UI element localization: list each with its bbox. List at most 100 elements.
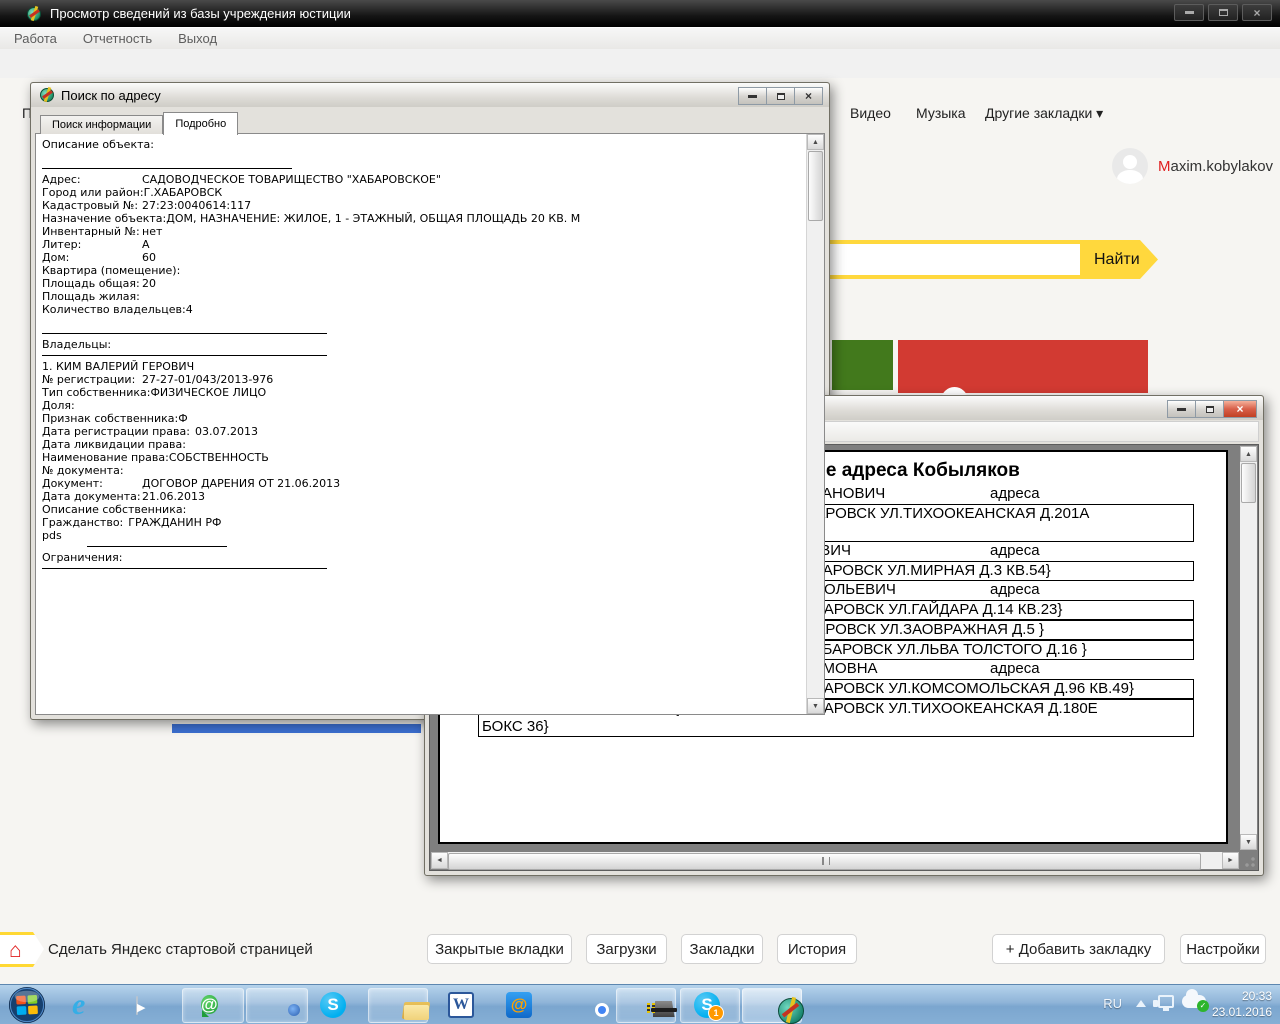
object-details-text: Описание объекта: Адрес:САДОВОДЧЕСКОЕ ТО… (42, 138, 800, 573)
restore-button[interactable] (1195, 400, 1224, 418)
close-button[interactable]: × (794, 87, 823, 105)
desktop: Просмотр сведений из базы учреждения юст… (0, 0, 1280, 1024)
search-window-controls: × (738, 87, 823, 105)
details-panel: Описание объекта: Адрес:САДОВОДЧЕСКОЕ ТО… (35, 133, 825, 715)
green-tile[interactable] (832, 340, 893, 390)
minimize-button[interactable] (738, 87, 767, 105)
detail-line: 1. КИМ ВАЛЕРИЙ ГЕРОВИЧ (42, 360, 800, 373)
scroll-thumb[interactable] (808, 151, 823, 221)
add-bookmark-button[interactable]: + Добавить закладку (992, 934, 1165, 964)
clock[interactable]: 20:33 23.01.2016 (1212, 988, 1272, 1020)
maximize-button[interactable] (1208, 4, 1238, 21)
addresses-label: адреса (990, 581, 1040, 598)
home-tag[interactable]: ⌂ (0, 932, 44, 967)
detail-line: Адрес:САДОВОДЧЕСКОЕ ТОВАРИЩЕСТВО "ХАБАРО… (42, 173, 800, 186)
report-window-controls: × (1167, 400, 1257, 418)
addresses-label: адреса (990, 485, 1040, 502)
detail-line: Владельцы: (42, 338, 800, 351)
close-button[interactable]: × (1242, 4, 1272, 21)
detail-line: № документа: (42, 464, 800, 477)
bookmark-video[interactable]: Видео (850, 105, 891, 121)
detail-line: Площадь общая:20 (42, 277, 800, 290)
minimize-button[interactable] (1167, 400, 1196, 418)
set-homepage-text[interactable]: Сделать Яндекс стартовой страницей (48, 941, 313, 958)
divider-line (42, 568, 327, 569)
tab-search-info[interactable]: Поиск информации (40, 115, 163, 134)
vertical-scrollbar[interactable]: ▲ ▼ (1240, 446, 1257, 850)
blank-line (42, 316, 800, 329)
scroll-left-button[interactable]: ◄ (431, 852, 448, 869)
blank-line (42, 151, 800, 164)
divider-line (42, 168, 292, 169)
tab-details[interactable]: Подробно (163, 112, 238, 135)
history-button[interactable]: История (777, 934, 857, 964)
menu-item-rabota[interactable]: Работа (14, 31, 57, 46)
search-window-titlebar[interactable]: Поиск по адресу (31, 83, 829, 107)
detail-line: pds (42, 529, 800, 542)
vertical-scrollbar[interactable]: ▲ ▼ (806, 134, 824, 714)
start-button[interactable] (8, 986, 46, 1024)
mailru-agent-icon[interactable]: @ (201, 995, 218, 1014)
main-window-title: Просмотр сведений из базы учреждения юст… (50, 6, 351, 21)
media-player-icon[interactable] (136, 996, 138, 1015)
scroll-right-button[interactable]: ► (1222, 852, 1239, 869)
scroll-up-button[interactable]: ▲ (807, 134, 824, 150)
skype-notification-icon[interactable]: S1 (694, 992, 720, 1018)
scroll-thumb[interactable] (1241, 463, 1256, 503)
detail-line: Литер:А (42, 238, 800, 251)
horizontal-scrollbar[interactable]: ◄ ► (431, 852, 1239, 869)
scroll-down-button[interactable]: ▼ (807, 698, 824, 714)
restore-button[interactable] (766, 87, 795, 105)
menu-item-vyhod[interactable]: Выход (178, 31, 217, 46)
resize-grip[interactable] (1240, 852, 1257, 869)
detail-line: Описание собственника: (42, 503, 800, 516)
tray-expand-icon[interactable] (1136, 1000, 1146, 1007)
menu-item-otchetnost[interactable]: Отчетность (83, 31, 152, 46)
minimize-button[interactable] (1174, 4, 1204, 21)
scroll-thumb[interactable] (448, 853, 1201, 870)
search-button[interactable]: Найти (1080, 240, 1158, 279)
detail-line: Тип собственника:ФИЗИЧЕСКОЕ ЛИЦО (42, 386, 800, 399)
detail-line: Дата регистрации права:03.07.2013 (42, 425, 800, 438)
downloads-button[interactable]: Загрузки (586, 934, 667, 964)
divider-line (87, 546, 227, 547)
home-icon: ⌂ (9, 939, 22, 963)
detail-line: Наименование права:СОБСТВЕННОСТЬ (42, 451, 800, 464)
detail-line: Доля: (42, 399, 800, 412)
detail-line: Описание объекта: (42, 138, 800, 151)
skype-icon[interactable]: S (320, 992, 346, 1018)
language-indicator[interactable]: RU (1103, 996, 1122, 1011)
detail-line: № регистрации:27-27-01/043/2013-976 (42, 373, 800, 386)
username[interactable]: Maxim.kobylakov (1158, 158, 1273, 175)
search-tabs: Поиск информации Подробно (40, 111, 238, 134)
detail-line: Назначение объекта:ДОМ, НАЗНАЧЕНИЕ: ЖИЛО… (42, 212, 800, 225)
notification-badge: 1 (708, 1005, 724, 1021)
mailru-icon[interactable]: @ (506, 992, 532, 1018)
closed-tabs-button[interactable]: Закрытые вкладки (427, 934, 572, 964)
bookmark-other[interactable]: Другие закладки ▾ (985, 105, 1103, 122)
settings-button[interactable]: Настройки (1180, 934, 1266, 964)
detail-line: Документ:ДОГОВОР ДАРЕНИЯ ОТ 21.06.2013 (42, 477, 800, 490)
network-icon[interactable] (1158, 995, 1174, 1008)
bookmarks-button[interactable]: Закладки (681, 934, 763, 964)
detail-line: Квартира (помещение): (42, 264, 800, 277)
scroll-down-button[interactable]: ▼ (1240, 834, 1257, 850)
search-window-title: Поиск по адресу (61, 88, 161, 103)
word-icon[interactable]: W (448, 992, 474, 1018)
detail-line: Дом:60 (42, 251, 800, 264)
avatar[interactable] (1112, 148, 1148, 184)
red-tile[interactable] (898, 340, 1148, 393)
tray-date: 23.01.2016 (1212, 1004, 1272, 1020)
bookmark-music[interactable]: Музыка (916, 105, 966, 121)
close-button[interactable]: × (1223, 400, 1257, 418)
detail-line: Количество владельцев:4 (42, 303, 800, 316)
cloud-sync-icon[interactable]: ✓ (1182, 995, 1206, 1008)
detail-line: Признак собственника:Ф (42, 412, 800, 425)
internet-explorer-icon[interactable]: e (72, 992, 98, 1018)
search-window: Поиск по адресу × Поиск информации Подро… (30, 82, 830, 720)
scroll-up-button[interactable]: ▲ (1240, 446, 1257, 462)
detail-line: Дата ликвидации права: (42, 438, 800, 451)
check-icon: ✓ (1197, 1000, 1209, 1012)
detail-line: Кадастровый №:27:23:0040614:117 (42, 199, 800, 212)
detail-line: Город или район:Г.ХАБАРОВСК (42, 186, 800, 199)
